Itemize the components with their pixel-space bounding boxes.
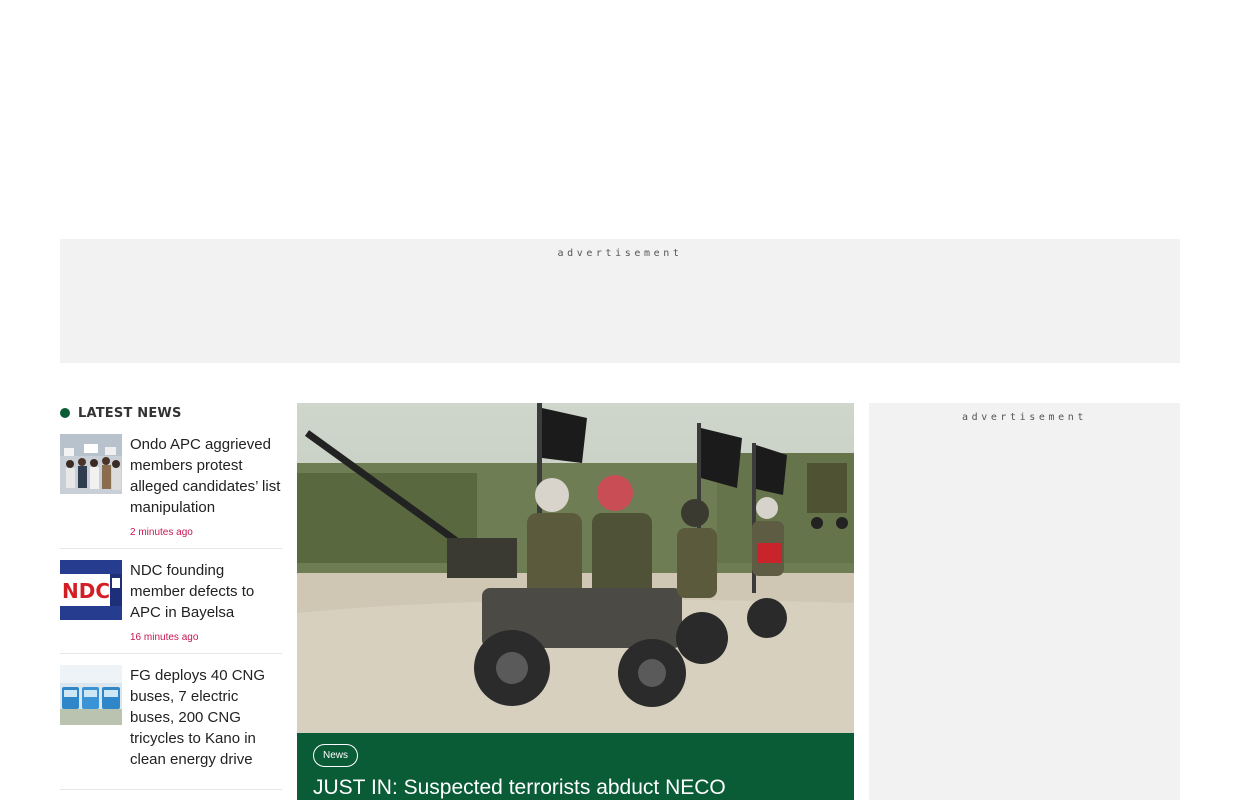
latest-news-section: LATEST NEWS Ondo APC aggrieved members p… [60,403,282,800]
advertisement-label: advertisement [961,412,1088,423]
ndc-logo-photo-icon[interactable]: NDC [60,560,122,620]
news-headline-link[interactable]: FG deploys 40 CNG buses, 7 electric buse… [130,665,282,770]
news-timestamp: 2 minutes ago [130,527,193,538]
armed-men-photo-icon[interactable] [297,403,854,733]
category-tag[interactable]: News [313,744,359,767]
news-timestamp: 16 minutes ago [130,632,199,643]
protest-photo-icon[interactable] [60,434,122,494]
featured-article[interactable]: News JUST IN: Suspected terrorists abduc… [297,403,854,800]
buses-photo-icon[interactable] [60,665,122,725]
sidebar-advertisement[interactable]: advertisement [869,403,1180,800]
latest-news-header: LATEST NEWS [60,403,282,423]
news-list-item[interactable]: Ondo APC aggrieved members protest alleg… [60,423,282,549]
svg-text:NDC: NDC [62,579,110,603]
advertisement-label: advertisement [557,248,683,259]
advertisement-banner[interactable]: advertisement [60,239,1180,363]
featured-caption-bar: News JUST IN: Suspected terrorists abduc… [297,733,854,800]
bullet-dot-icon [60,408,70,418]
top-whitespace [0,0,1240,239]
featured-headline-link[interactable]: JUST IN: Suspected terrorists abduct NEC… [313,775,843,800]
latest-news-title: LATEST NEWS [78,405,182,421]
news-list-item[interactable]: FG deploys 40 CNG buses, 7 electric buse… [60,654,282,790]
news-headline-link[interactable]: NDC founding member defects to APC in Ba… [130,560,282,623]
news-headline-link[interactable]: Ondo APC aggrieved members protest alleg… [130,434,282,518]
news-list-item[interactable]: NDC NDC founding member defects to APC i… [60,549,282,654]
